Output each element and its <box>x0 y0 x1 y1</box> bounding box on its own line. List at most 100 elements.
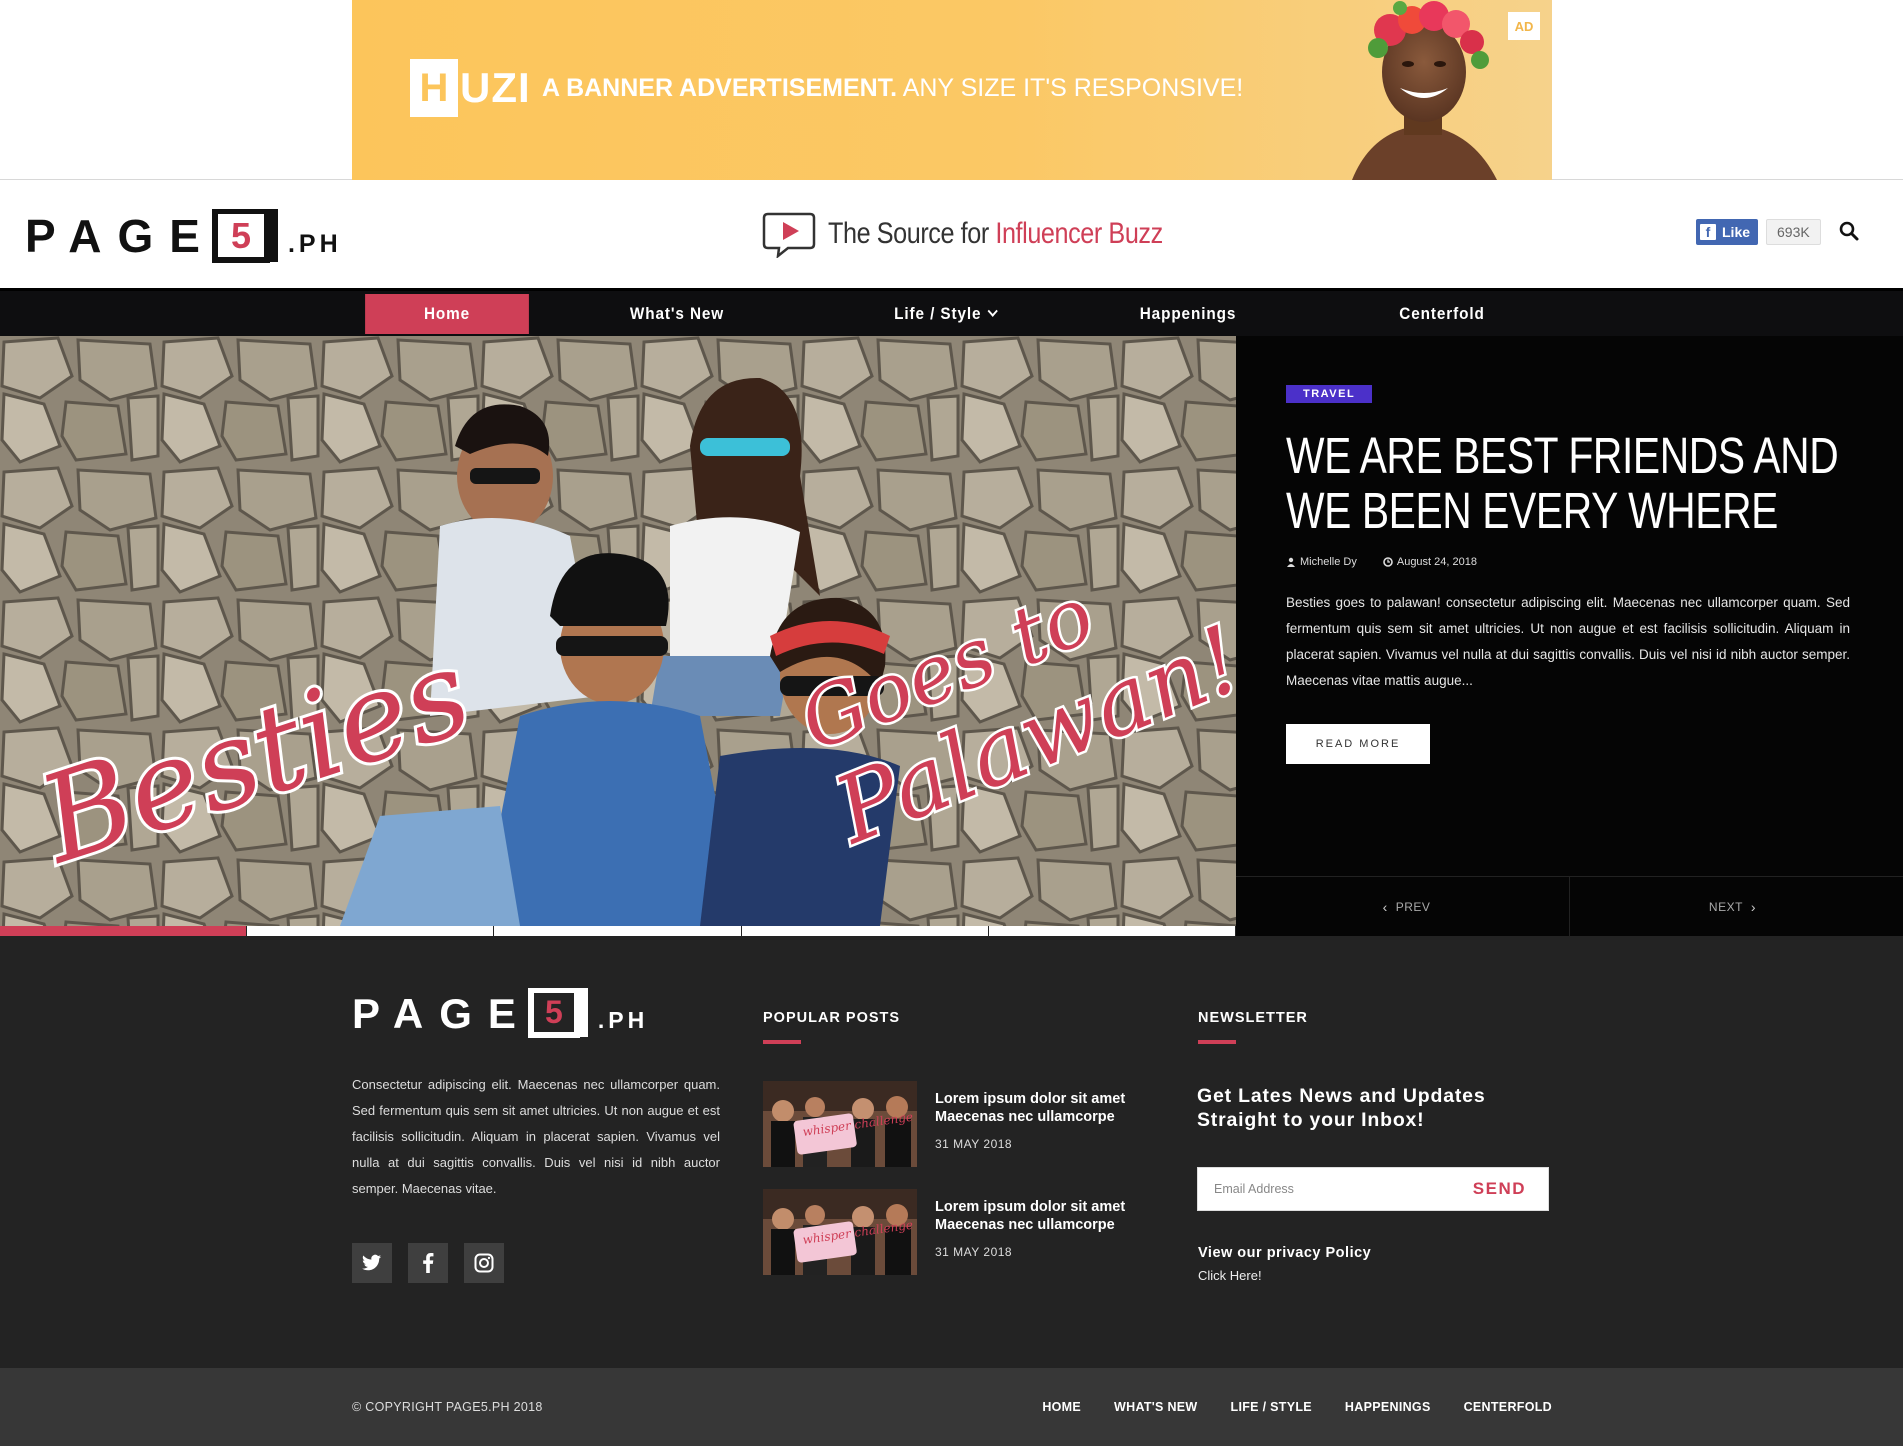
email-field[interactable] <box>1198 1168 1473 1210</box>
privacy-policy-title: View our privacy Policy <box>1198 1245 1372 1261</box>
chevron-down-icon <box>987 305 998 317</box>
slider-indicator[interactable] <box>988 926 1237 936</box>
facebook-icon: f <box>1700 224 1716 240</box>
site-logo[interactable]: PAGE 5 .PH <box>25 209 342 263</box>
post-thumbnail[interactable]: whisper challenge <box>763 1081 917 1167</box>
logo-letters: PAGE <box>352 990 532 1037</box>
next-label: NEXT <box>1708 899 1743 914</box>
nav-item-label: What's New <box>629 304 725 323</box>
ad-banner[interactable]: H UZI A BANNER ADVERTISEMENT. ANY SIZE I… <box>352 0 1552 180</box>
post-body: Lorem ipsum dolor sit amet Maecenas nec … <box>935 1198 1165 1275</box>
prev-label: PREV <box>1395 899 1431 914</box>
search-icon[interactable] <box>1838 220 1860 242</box>
facebook-like-label: Like <box>1722 224 1751 240</box>
ad-badge: AD <box>1508 12 1540 40</box>
popular-post[interactable]: whisper challenge Lorem ipsum dolor sit … <box>763 1189 1165 1275</box>
tagline-text: The Source for Influencer Buzz <box>828 217 1163 251</box>
facebook-button[interactable] <box>408 1243 448 1283</box>
facebook-like-widget: f Like 693K <box>1696 219 1821 245</box>
post-date: August 24, 2018 <box>1396 556 1477 568</box>
newsletter-form: SEND <box>1197 1167 1549 1211</box>
next-button[interactable]: NEXT › <box>1569 877 1903 936</box>
logo-suffix: .PH <box>287 230 342 258</box>
nav-item-label: Home <box>423 304 471 323</box>
chevron-left-icon: ‹ <box>1382 898 1388 915</box>
twitter-icon <box>362 1254 382 1271</box>
main-nav: Home What's New Life / Style Happenings … <box>0 288 1903 336</box>
facebook-like-count: 693K <box>1766 219 1821 245</box>
logo-number: 5 <box>211 209 278 263</box>
popular-post[interactable]: whisper challenge Lorem ipsum dolor sit … <box>763 1081 1165 1167</box>
instagram-icon <box>474 1253 494 1273</box>
footer-nav-centerfold[interactable]: CENTERFOLD <box>1464 1400 1552 1414</box>
read-more-button[interactable]: READ MORE <box>1286 724 1430 764</box>
user-icon <box>1287 557 1295 567</box>
nav-item-life-style[interactable]: Life / Style <box>878 294 1013 334</box>
ad-banner-area: H UZI A BANNER ADVERTISEMENT. ANY SIZE I… <box>0 0 1903 180</box>
slider-indicator[interactable] <box>741 926 989 936</box>
date-meta: August 24, 2018 <box>1383 556 1477 568</box>
logo-number: 5 <box>527 988 588 1038</box>
slider-indicator[interactable] <box>0 926 248 936</box>
bottom-bar: © COPYRIGHT PAGE5.PH 2018 HOME WHAT'S NE… <box>0 1368 1903 1446</box>
tagline-accent: Influencer Buzz <box>995 217 1163 250</box>
newsletter-title: NEWSLETTER <box>1198 1010 1308 1044</box>
video-chat-icon <box>762 212 816 258</box>
hero-meta: Michelle Dy August 24, 2018 <box>1286 556 1503 568</box>
chevron-right-icon: › <box>1750 898 1757 915</box>
footer-logo[interactable]: PAGE 5 .PH <box>352 988 648 1038</box>
footer-nav-happenings[interactable]: HAPPENINGS <box>1345 1400 1431 1414</box>
post-thumbnail[interactable]: whisper challenge <box>763 1189 917 1275</box>
post-title[interactable]: Lorem ipsum dolor sit amet Maecenas nec … <box>935 1090 1165 1126</box>
privacy-policy-link[interactable]: Click Here! <box>1198 1268 1262 1283</box>
ad-text-bold: A BANNER ADVERTISEMENT. <box>542 74 898 102</box>
facebook-like-button[interactable]: f Like <box>1696 219 1759 245</box>
nav-item-label: Centerfold <box>1399 304 1485 323</box>
nav-item-label: Life / Style <box>894 304 982 323</box>
ad-text: A BANNER ADVERTISEMENT. ANY SIZE IT'S RE… <box>542 74 1243 103</box>
slider-indicator[interactable] <box>494 926 742 936</box>
slider-pager: ‹ PREV NEXT › <box>1236 876 1903 936</box>
slider-progress <box>0 926 1237 936</box>
instagram-button[interactable] <box>464 1243 504 1283</box>
hero-slider: Palawan! Goes to Besties TRAVEL WE ARE B… <box>0 336 1903 936</box>
ad-woman-image <box>1352 1 1497 180</box>
nav-item-home[interactable]: Home <box>365 294 529 334</box>
footer-nav-home[interactable]: HOME <box>1042 1400 1081 1414</box>
footer-about: Consectetur adipiscing elit. Maecenas ne… <box>352 1077 720 1196</box>
hero-image[interactable]: Palawan! Goes to Besties <box>0 336 1236 926</box>
ad-logo-text: UZI <box>460 64 531 111</box>
site-header: PAGE 5 .PH The Source for Influencer Buz… <box>0 180 1903 288</box>
post-date: 31 MAY 2018 <box>935 1137 1013 1151</box>
clock-icon <box>1383 557 1393 567</box>
hero-excerpt: Besties goes to palawan! consectetur adi… <box>1286 595 1850 688</box>
nav-item-centerfold[interactable]: Centerfold <box>1386 294 1498 334</box>
post-body: Lorem ipsum dolor sit amet Maecenas nec … <box>935 1090 1165 1167</box>
footer-nav-life-style[interactable]: LIFE / STYLE <box>1231 1400 1312 1414</box>
logo-suffix: .PH <box>597 1007 649 1033</box>
send-button[interactable]: SEND <box>1473 1179 1548 1199</box>
nav-item-whats-new[interactable]: What's New <box>617 294 738 334</box>
logo-letters: PAGE <box>25 210 216 262</box>
author-name[interactable]: Michelle Dy <box>1300 556 1357 568</box>
nav-item-label: Happenings <box>1139 304 1237 323</box>
site-footer: PAGE 5 .PH Consectetur adipiscing elit. … <box>0 936 1903 1368</box>
facebook-icon <box>423 1253 434 1273</box>
tagline: The Source for Influencer Buzz <box>762 210 1227 258</box>
footer-nav: HOME WHAT'S NEW LIFE / STYLE HAPPENINGS … <box>1009 1400 1552 1414</box>
twitter-button[interactable] <box>352 1243 392 1283</box>
copyright: © COPYRIGHT PAGE5.PH 2018 <box>352 1400 543 1414</box>
ad-text-rest: ANY SIZE IT'S RESPONSIVE! <box>902 74 1244 102</box>
hero-title[interactable]: WE ARE BEST FRIENDS AND WE BEEN EVERY WH… <box>1286 428 1846 538</box>
post-title[interactable]: Lorem ipsum dolor sit amet Maecenas nec … <box>935 1198 1165 1234</box>
footer-nav-whats-new[interactable]: WHAT'S NEW <box>1114 1400 1198 1414</box>
nav-item-happenings[interactable]: Happenings <box>1130 294 1245 334</box>
newsletter-heading: Get Lates News and Updates Straight to y… <box>1197 1085 1486 1131</box>
prev-button[interactable]: ‹ PREV <box>1236 877 1569 936</box>
slider-indicator[interactable] <box>247 926 495 936</box>
social-links <box>352 1243 520 1283</box>
category-badge[interactable]: TRAVEL <box>1286 385 1373 403</box>
popular-posts-title: POPULAR POSTS <box>763 1010 901 1044</box>
ad-logo-letter: H <box>410 59 458 117</box>
ad-logo: H UZI <box>410 59 531 117</box>
